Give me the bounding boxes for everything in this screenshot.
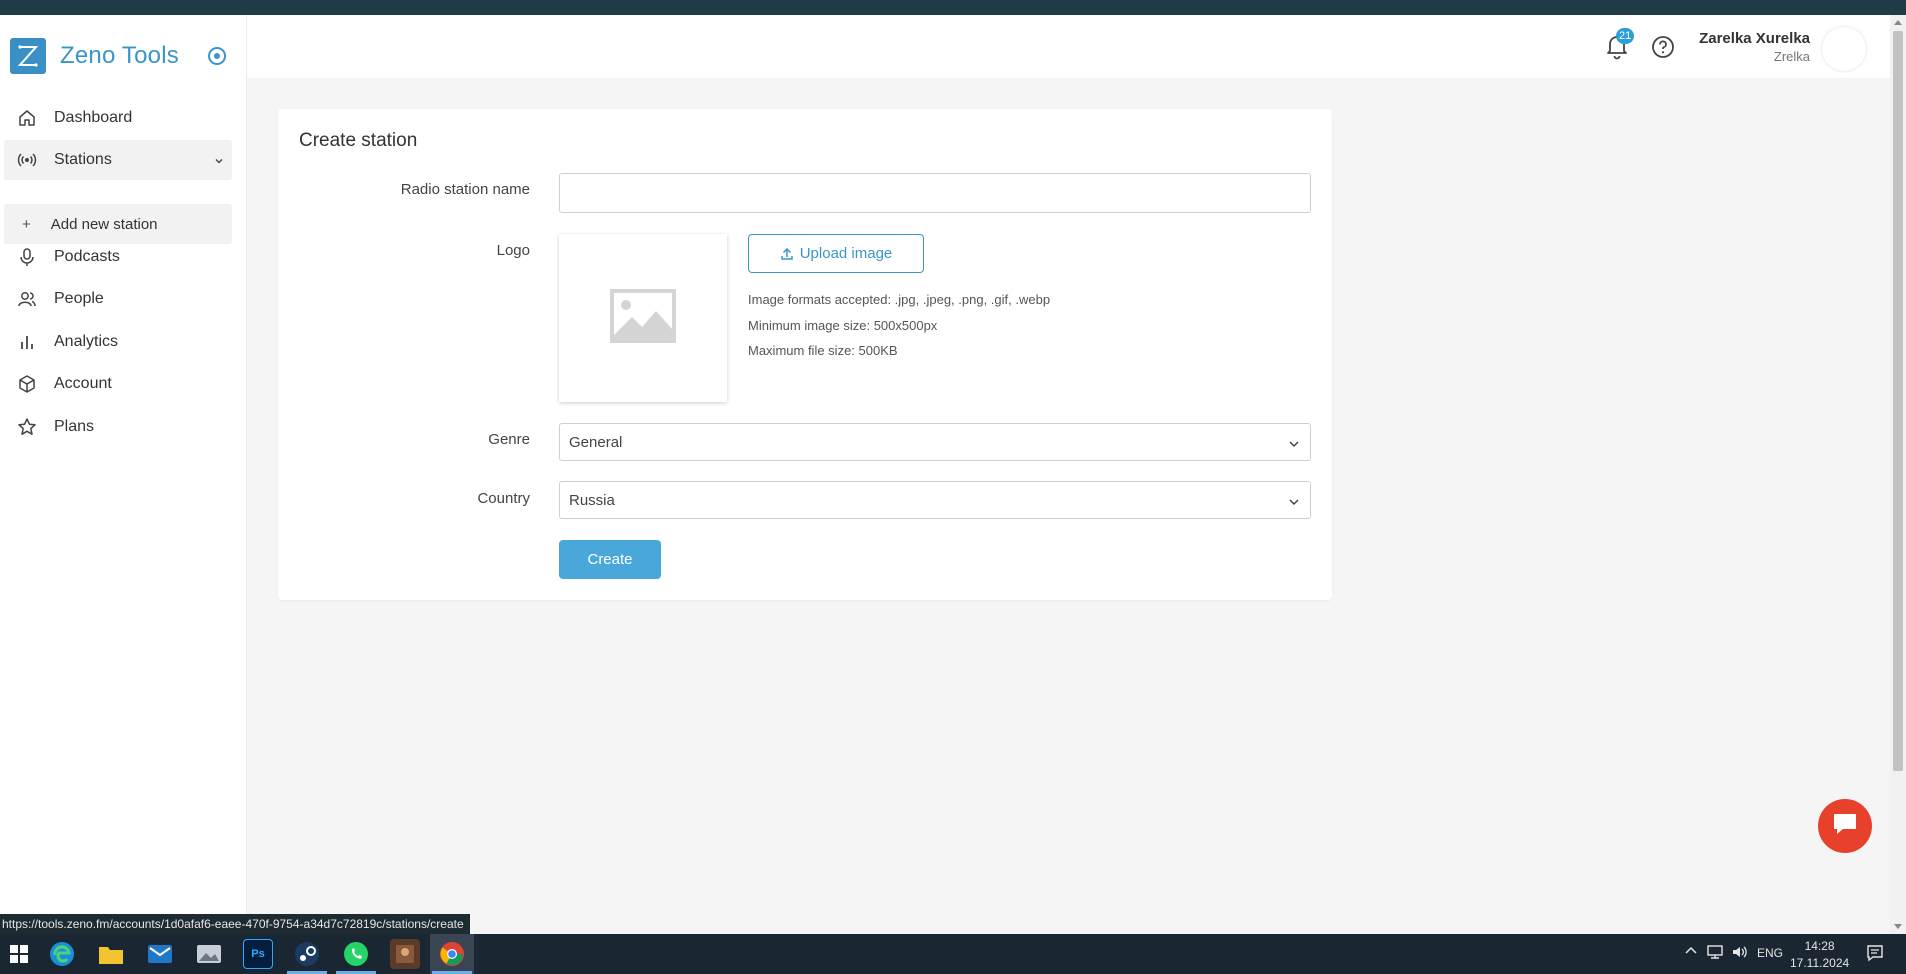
microphone-icon — [16, 246, 38, 268]
hint-max-size: Maximum file size: 500KB — [748, 343, 898, 358]
sidebar-item-label: People — [54, 290, 104, 307]
upload-image-button[interactable]: Upload image — [748, 234, 924, 273]
sidebar-item-label: Podcasts — [54, 248, 120, 265]
chevron-down-icon — [1288, 437, 1300, 454]
logo-preview[interactable] — [559, 234, 727, 402]
country-value: Russia — [569, 491, 615, 509]
plus-icon: + — [22, 215, 31, 233]
status-bar-url: https://tools.zeno.fm/accounts/1d0afaf6-… — [0, 914, 470, 934]
outlook-icon[interactable] — [145, 939, 175, 969]
bar-chart-icon — [16, 331, 38, 353]
photos-icon[interactable] — [194, 939, 224, 969]
upload-image-label: Upload image — [799, 245, 893, 262]
logo-label: Logo — [496, 242, 530, 259]
chevron-down-icon — [214, 153, 224, 171]
upload-icon — [780, 247, 794, 261]
station-name-label: Radio station name — [400, 181, 530, 198]
brand-name: Zeno Tools — [60, 42, 179, 69]
sidebar-item-label: Analytics — [54, 333, 119, 350]
sidebar-toggle-icon[interactable] — [208, 47, 226, 65]
help-icon[interactable] — [1651, 35, 1675, 59]
sidebar-item-stations[interactable]: Stations — [4, 140, 232, 180]
taskbar-clock[interactable]: 14:28 17.11.2024 — [1790, 938, 1849, 972]
sidebar-item-people[interactable]: People — [4, 279, 232, 319]
user-name[interactable]: Zarelka Xurelka — [1699, 30, 1810, 47]
create-button[interactable]: Create — [559, 540, 661, 579]
chat-widget-button[interactable] — [1818, 799, 1872, 853]
whatsapp-icon[interactable] — [341, 939, 371, 969]
people-icon — [16, 288, 38, 310]
clock-time: 14:28 — [1804, 939, 1835, 953]
genre-label: Genre — [488, 431, 530, 448]
sidebar-subitem-label: Add new station — [50, 215, 158, 233]
sidebar-item-podcasts[interactable]: Podcasts — [4, 237, 232, 277]
page-title: Create station — [299, 130, 418, 151]
sidebar: Zeno Tools Dashboard Stations + Add new … — [0, 15, 247, 934]
sidebar-item-plans[interactable]: Plans — [4, 407, 232, 447]
browser-top-strip — [0, 0, 1906, 15]
sidebar-item-label: Dashboard — [54, 109, 133, 126]
notifications-icon[interactable] — [1866, 944, 1884, 965]
top-header: 21 Zarelka Xurelka Zrelka — [247, 15, 1890, 78]
volume-icon[interactable] — [1731, 944, 1749, 963]
steam-icon[interactable] — [292, 939, 322, 969]
scroll-down-icon[interactable] — [1894, 924, 1902, 929]
chevron-down-icon — [1288, 495, 1300, 512]
file-explorer-icon[interactable] — [96, 939, 126, 969]
photoshop-icon[interactable]: Ps — [243, 939, 273, 969]
network-icon[interactable] — [1706, 944, 1724, 963]
create-station-card: Create station Radio station name Logo U… — [278, 109, 1332, 600]
windows-start-icon[interactable] — [4, 939, 34, 969]
user-subtitle: Zrelka — [1773, 49, 1810, 64]
sidebar-item-dashboard[interactable]: Dashboard — [4, 98, 232, 138]
country-select[interactable]: Russia — [559, 481, 1311, 519]
broadcast-icon — [16, 149, 38, 171]
country-label: Country — [477, 490, 530, 507]
zeno-logo-icon — [10, 38, 46, 74]
hint-min-size: Minimum image size: 500x500px — [748, 318, 938, 333]
star-icon — [16, 416, 38, 438]
sidebar-item-analytics[interactable]: Analytics — [4, 322, 232, 362]
game-icon[interactable] — [390, 939, 420, 969]
page-scrollbar[interactable] — [1890, 15, 1906, 934]
scroll-up-icon[interactable] — [1894, 20, 1902, 25]
language-indicator[interactable]: ENG — [1757, 946, 1783, 960]
hint-formats: Image formats accepted: .jpg, .jpeg, .pn… — [748, 292, 1051, 307]
home-icon — [16, 107, 38, 129]
station-name-input[interactable] — [559, 173, 1311, 213]
sidebar-item-account[interactable]: Account — [4, 364, 232, 404]
sidebar-item-label: Stations — [54, 151, 112, 168]
sidebar-item-label: Plans — [54, 418, 95, 435]
chevron-up-icon[interactable] — [1684, 944, 1698, 961]
edge-icon[interactable] — [47, 939, 77, 969]
windows-taskbar: Ps ENG 14:28 17.11.2024 — [0, 934, 1906, 974]
clock-date: 17.11.2024 — [1790, 956, 1850, 970]
chat-icon — [1831, 811, 1859, 842]
genre-select[interactable]: General — [559, 423, 1311, 461]
chrome-icon[interactable] — [437, 939, 467, 969]
sidebar-item-label: Account — [54, 375, 112, 392]
brand[interactable]: Zeno Tools — [10, 37, 179, 75]
cube-icon — [16, 373, 38, 395]
scroll-thumb[interactable] — [1893, 31, 1903, 771]
genre-value: General — [569, 433, 623, 451]
avatar[interactable] — [1822, 27, 1866, 71]
notification-badge: 21 — [1616, 28, 1635, 44]
image-placeholder-icon — [610, 288, 676, 348]
